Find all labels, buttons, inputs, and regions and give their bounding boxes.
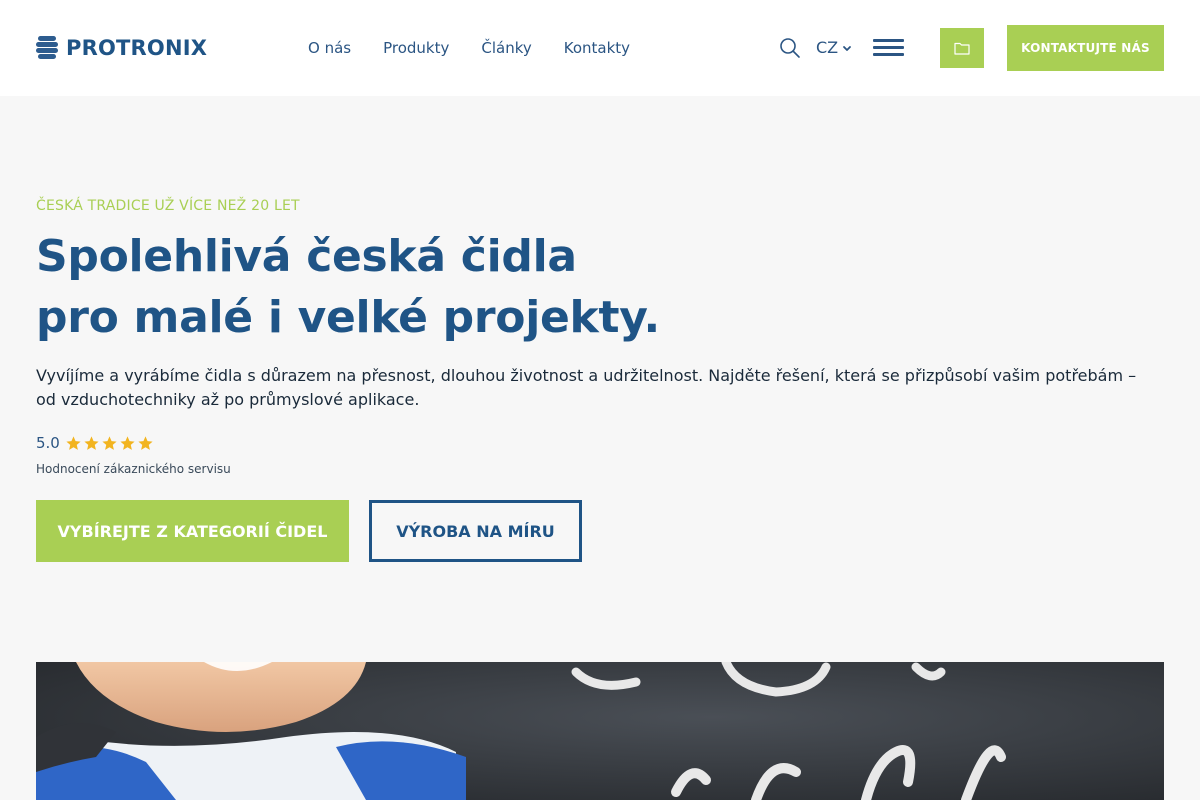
nav-item-produkty[interactable]: Produkty — [383, 37, 449, 59]
custom-production-button[interactable]: VÝROBA NA MÍRU — [369, 500, 582, 562]
logo-mark-icon — [36, 36, 58, 60]
star-icon — [120, 435, 135, 450]
hero-eyebrow: ČESKÁ TRADICE UŽ VÍCE NEŽ 20 LET — [36, 198, 300, 214]
browse-categories-button[interactable]: VYBÍREJTE Z KATEGORIÍ ČIDEL — [36, 500, 349, 562]
site-header: PROTRONIX O nás Produkty Články Kontakty… — [0, 0, 1200, 96]
main-nav: O nás Produkty Články Kontakty — [308, 37, 662, 59]
rating-stars — [65, 435, 155, 452]
brand-name: PROTRONIX — [66, 36, 208, 60]
chevron-down-icon — [843, 45, 852, 51]
contact-button[interactable]: KONTAKTUJTE NÁS — [1007, 25, 1164, 71]
star-icon — [84, 435, 99, 450]
folder-icon — [954, 42, 970, 55]
folder-button[interactable] — [940, 28, 984, 68]
nav-item-o-nas[interactable]: O nás — [308, 37, 351, 59]
rating-value: 5.0 — [36, 434, 60, 452]
hamburger-menu-icon[interactable] — [873, 39, 904, 57]
hero-lead: Vyvíjíme a vyrábíme čidla s důrazem na p… — [36, 366, 1137, 409]
nav-item-clanky[interactable]: Články — [481, 37, 531, 59]
search-icon[interactable] — [779, 37, 801, 59]
nav-item-kontakty[interactable]: Kontakty — [564, 37, 630, 59]
hero-headline-line-2: pro malé i velké projekty. — [36, 292, 660, 343]
hero-photo — [36, 662, 1164, 800]
rating-caption: Hodnocení zákaznického servisu — [36, 462, 231, 476]
customer-rating: 5.0 — [36, 434, 155, 452]
language-switcher[interactable]: CZ — [816, 38, 852, 57]
hero-headline: Spolehlivá česká čidla pro malé i velké … — [36, 226, 660, 348]
hero-headline-line-1: Spolehlivá česká čidla — [36, 231, 577, 282]
brand-logo[interactable]: PROTRONIX — [36, 36, 207, 60]
star-icon — [138, 435, 153, 450]
star-icon — [66, 435, 81, 450]
language-label: CZ — [816, 38, 839, 57]
star-icon — [102, 435, 117, 450]
